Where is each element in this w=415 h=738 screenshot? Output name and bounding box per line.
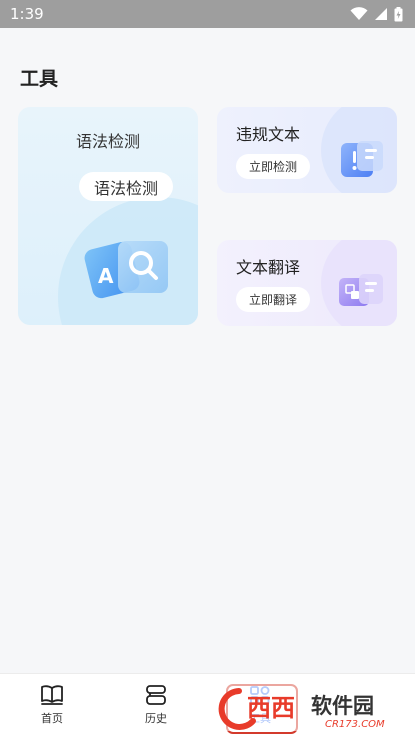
grammar-check-card[interactable]: 语法检测 语法检测 A [18,107,198,325]
status-icons [350,6,403,22]
text-translate-card[interactable]: 文本翻译 立即翻译 [217,240,397,326]
nav-label-history: 历史 [145,712,167,725]
svg-text:A: A [98,264,114,288]
wifi-icon [350,7,368,20]
translate-card-title: 文本翻译 [236,258,301,277]
nav-item-tools[interactable]: 工具 [226,684,298,734]
bottom-nav: 首页 历史 工具 [0,673,415,738]
grammar-search-icon: A [84,241,168,299]
nav-label-home: 首页 [41,712,63,725]
grammar-check-button[interactable]: 语法检测 [79,172,173,201]
status-bar: 1:39 [0,0,415,28]
violation-alert-icon [341,141,383,177]
history-icon [146,685,166,705]
violation-text-card[interactable]: 违规文本 立即检测 [217,107,397,193]
section-title: 工具 [20,68,59,90]
cellular-signal-icon [375,8,387,20]
violation-check-button[interactable]: 立即检测 [236,154,310,179]
translate-icon [339,274,383,306]
nav-item-history[interactable]: 历史 [126,684,186,726]
status-time: 1:39 [10,5,44,23]
violation-card-title: 违规文本 [236,125,301,144]
grammar-card-title: 语法检测 [75,132,140,151]
nav-item-home[interactable]: 首页 [22,684,82,726]
book-icon [41,685,63,705]
selection-highlight [226,684,298,734]
battery-icon [394,6,403,21]
translate-button[interactable]: 立即翻译 [236,287,310,312]
